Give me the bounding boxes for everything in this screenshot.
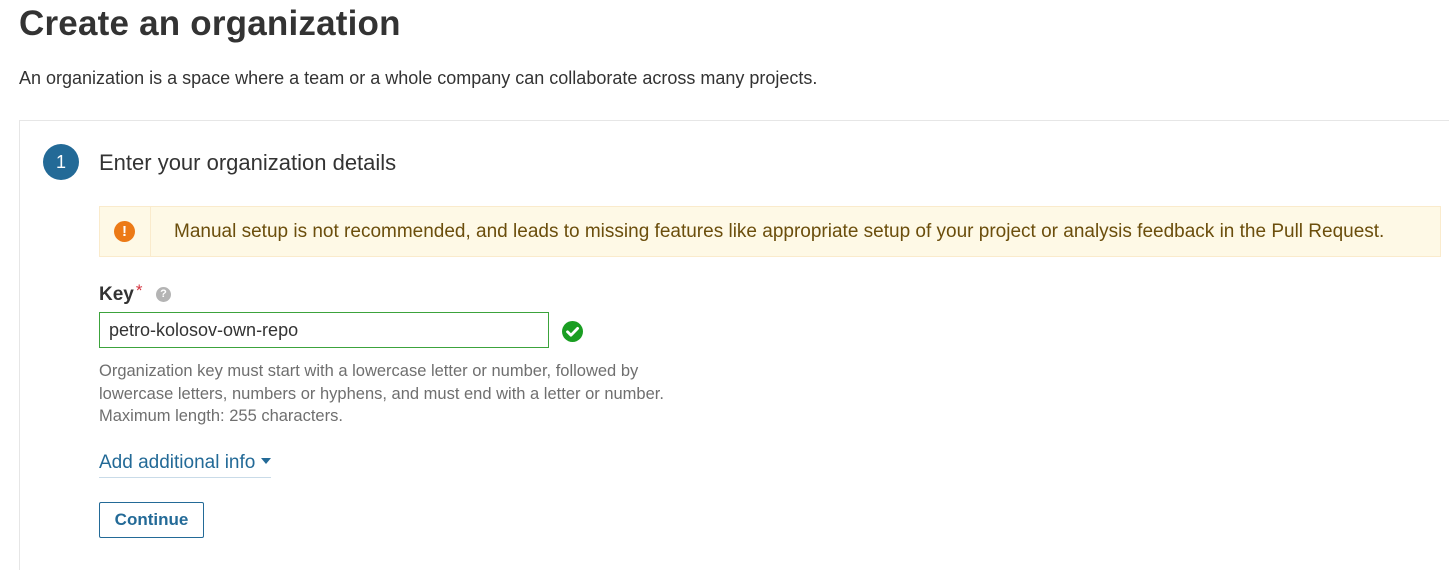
continue-button[interactable]: Continue bbox=[99, 502, 204, 538]
add-additional-info-label: Add additional info bbox=[99, 452, 256, 473]
add-additional-info-link[interactable]: Add additional info bbox=[99, 451, 272, 478]
check-circle-icon bbox=[562, 321, 583, 342]
step-title: Enter your organization details bbox=[99, 150, 397, 175]
page-description: An organization is a space where a team … bbox=[19, 68, 818, 88]
warning-alert: ! Manual setup is not recommended, and l… bbox=[99, 206, 1441, 257]
key-input[interactable] bbox=[99, 312, 549, 348]
step-number-badge: 1 bbox=[43, 144, 79, 180]
key-help-text: Organization key must start with a lower… bbox=[99, 362, 664, 425]
help-icon[interactable]: ? bbox=[156, 287, 171, 302]
alert-message: Manual setup is not recommended, and lea… bbox=[174, 221, 1385, 242]
page-title: Create an organization bbox=[19, 4, 401, 43]
required-marker: * bbox=[135, 281, 143, 300]
key-field-label: Key * bbox=[99, 281, 143, 306]
alert-icon-cell: ! bbox=[100, 207, 151, 256]
key-label-text: Key bbox=[99, 284, 134, 305]
exclamation-icon: ! bbox=[114, 221, 135, 242]
caret-down-icon bbox=[261, 457, 272, 464]
